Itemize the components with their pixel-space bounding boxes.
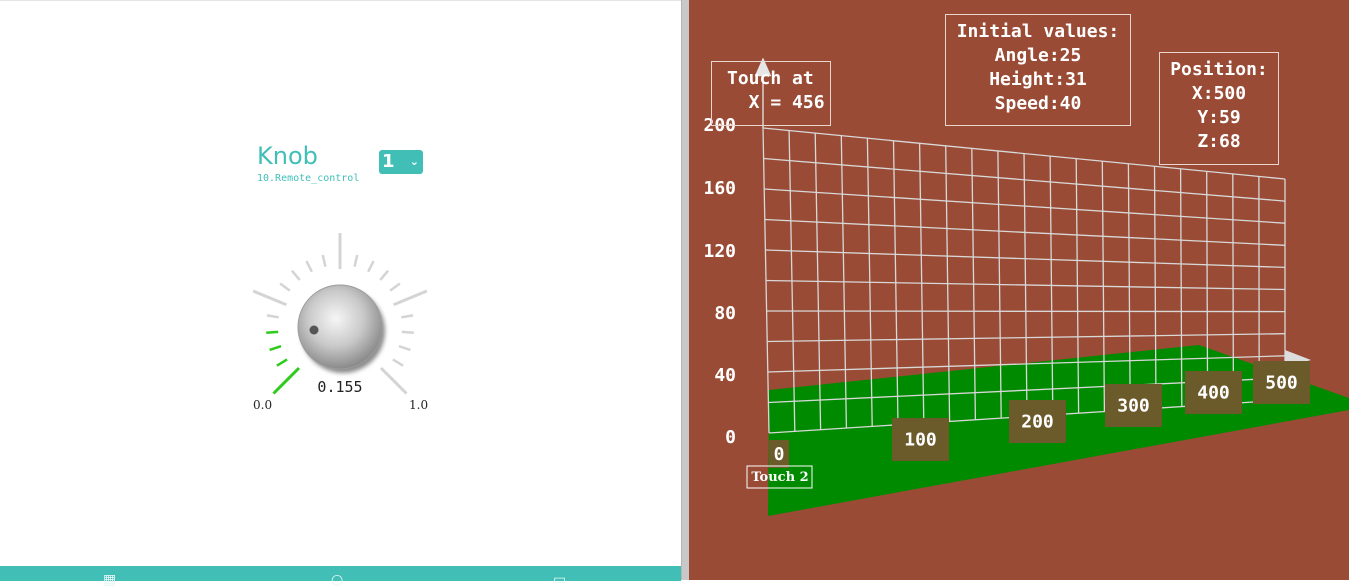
y-tick-label: 120 — [703, 241, 736, 262]
knob-tick — [401, 315, 413, 317]
svg-text:200: 200 — [1021, 412, 1054, 433]
window-icon[interactable]: ▭ — [553, 573, 566, 587]
y-axis-ticks: 20016012080400 — [703, 115, 736, 448]
knob-title: Knob — [257, 141, 318, 171]
touch-line1: Touch at — [727, 67, 830, 91]
y-tick-label: 40 — [714, 365, 736, 386]
initial-values-box: Initial values: Angle:25 Height:31 Speed… — [945, 14, 1131, 126]
knob-tick — [306, 261, 312, 272]
knob-dial[interactable] — [240, 229, 440, 399]
home-icon[interactable]: ○ — [331, 573, 343, 587]
x-tick-label: 400 — [1185, 371, 1242, 414]
knob-tick — [292, 271, 300, 280]
pane-divider[interactable] — [681, 0, 689, 580]
chevron-down-icon: ⌄ — [410, 150, 419, 174]
knob-subtitle: 10.Remote_control — [257, 173, 359, 184]
knob-tick — [399, 346, 410, 350]
bottom-nav-bar: ▦ ○ ▭ — [0, 566, 681, 581]
initial-angle: Angle:25 — [946, 44, 1130, 68]
svg-text:100: 100 — [904, 430, 937, 451]
y-tick-label: 0 — [725, 427, 736, 448]
svg-text:400: 400 — [1197, 383, 1230, 404]
touch-line2: X = 456 — [727, 91, 830, 115]
knob-tick — [380, 271, 388, 280]
knob-tick — [280, 284, 290, 291]
knob-tick — [253, 291, 286, 305]
touch-info-box: Touch at X = 456 — [711, 61, 831, 126]
position-box: Position: X:500 Y:59 Z:68 — [1159, 52, 1279, 165]
knob-tick — [368, 261, 374, 272]
svg-text:500: 500 — [1265, 373, 1298, 394]
position-z: Z:68 — [1160, 130, 1278, 154]
touch2-marker[interactable]: Touch 2 — [747, 466, 812, 488]
knob-tick — [381, 368, 407, 394]
position-y: Y:59 — [1160, 106, 1278, 130]
channel-select[interactable]: 1 ⌄ — [379, 150, 423, 174]
x-tick-label: 500 — [1253, 361, 1310, 404]
knob-tick — [274, 368, 300, 394]
knob-tick — [393, 359, 403, 365]
scene-panel: 20016012080400 0100200300400500 Touch 2 … — [689, 0, 1349, 580]
knob-tick — [355, 255, 358, 267]
svg-text:300: 300 — [1117, 396, 1150, 417]
touch2-label: Touch 2 — [751, 470, 808, 485]
knob-tick — [402, 332, 414, 333]
initial-speed: Speed:40 — [946, 92, 1130, 116]
knob-tick — [394, 291, 427, 305]
x-tick-label: 0 — [769, 440, 789, 468]
knob-tick — [270, 346, 281, 350]
x-tick-label: 300 — [1105, 384, 1162, 427]
grid-line-horizontal — [767, 311, 1285, 312]
knob-tick — [390, 284, 400, 291]
knob-panel: Knob 10.Remote_control 1 ⌄ 0.155 0.0 1.0… — [0, 0, 681, 580]
position-title: Position: — [1160, 58, 1278, 82]
knob-max-label: 1.0 — [409, 398, 428, 412]
x-tick-label: 100 — [892, 418, 949, 461]
knob-min-label: 0.0 — [253, 398, 272, 412]
svg-text:0: 0 — [774, 444, 785, 465]
knob-tick — [266, 332, 278, 333]
knob-value: 0.155 — [314, 378, 366, 396]
initial-values-title: Initial values: — [946, 20, 1130, 44]
initial-height: Height:31 — [946, 68, 1130, 92]
y-tick-label: 160 — [703, 178, 736, 199]
grid-icon[interactable]: ▦ — [103, 573, 116, 587]
channel-select-value: 1 — [382, 151, 395, 172]
knob-indicator-dot — [310, 326, 319, 335]
knob-tick — [323, 255, 326, 267]
x-tick-label: 200 — [1009, 400, 1066, 443]
knob-cap[interactable] — [298, 285, 382, 369]
knob-tick — [267, 315, 279, 317]
position-x: X:500 — [1160, 82, 1278, 106]
knob-tick — [277, 359, 287, 365]
y-tick-label: 80 — [714, 303, 736, 324]
